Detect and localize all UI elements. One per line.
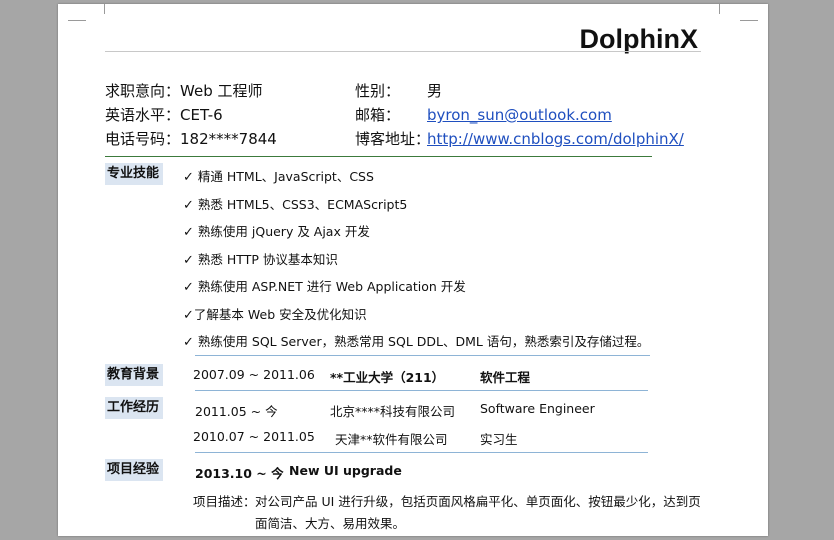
crop-mark bbox=[740, 10, 758, 21]
crop-mark bbox=[86, 4, 105, 14]
project-name: New UI upgrade bbox=[289, 463, 402, 478]
blog-line: 博客地址：http://www.cnblogs.com/dolphinX/ bbox=[355, 127, 684, 151]
job-period: 2011.05 ~ 今 bbox=[195, 404, 278, 419]
phone-value: 182****7844 bbox=[180, 130, 277, 148]
gender-line: 性别： 男 bbox=[355, 79, 442, 103]
intent-value: Web 工程师 bbox=[180, 82, 263, 100]
skill-item: ✓ 熟悉 HTTP 协议基本知识 bbox=[183, 252, 338, 268]
skill-item: ✓ 熟悉 HTML5、CSS3、ECMAScript5 bbox=[183, 197, 408, 213]
intent-label: 求职意向： bbox=[105, 82, 181, 100]
gender-value: 男 bbox=[427, 82, 443, 100]
check-icon: ✓ bbox=[183, 335, 194, 350]
skill-item: ✓了解基本 Web 安全及优化知识 bbox=[183, 307, 367, 323]
project-desc-line: 面简洁、大方、易用效果。 bbox=[255, 516, 406, 531]
check-icon: ✓ bbox=[183, 170, 194, 185]
skill-item: ✓ 熟练使用 ASP.NET 进行 Web Application 开发 bbox=[183, 279, 466, 295]
blog-label: 博客地址： bbox=[355, 130, 431, 148]
education-section-label: 教育背景 bbox=[105, 364, 163, 386]
check-icon: ✓ bbox=[183, 280, 194, 295]
skill-item: ✓ 精通 HTML、JavaScript、CSS bbox=[183, 169, 374, 185]
skills-section-label: 专业技能 bbox=[105, 163, 163, 185]
check-icon: ✓ bbox=[183, 225, 194, 240]
education-major: 软件工程 bbox=[480, 370, 531, 385]
skill-item: ✓ 熟练使用 SQL Server，熟悉常用 SQL DDL、DML 语句，熟悉索… bbox=[183, 334, 650, 350]
crop-mark bbox=[719, 4, 738, 14]
project-desc-line: 对公司产品 UI 进行升级，包括页面风格扁平化、单页面化、按钮最少化，达到页 bbox=[255, 494, 701, 509]
resume-page: DolphinX 求职意向：Web 工程师 性别：男 英语水平：CET-6 邮箱… bbox=[58, 4, 768, 536]
skills-divider bbox=[195, 355, 650, 356]
job-company: 天津**软件有限公司 bbox=[335, 432, 448, 447]
english-line: 英语水平：CET-6 bbox=[105, 103, 223, 127]
project-period: 2013.10 ~ 今 bbox=[195, 466, 284, 481]
intent-line: 求职意向：Web 工程师 bbox=[105, 79, 263, 103]
job-title: Software Engineer bbox=[480, 401, 595, 416]
project-desc-label: 项目描述： bbox=[193, 494, 256, 509]
education-period: 2007.09 ~ 2011.06 bbox=[193, 367, 315, 382]
projects-section-label: 项目经验 bbox=[105, 459, 163, 481]
english-label: 英语水平： bbox=[105, 106, 181, 124]
job-title: 实习生 bbox=[480, 432, 518, 447]
header-divider bbox=[105, 51, 701, 52]
gender-label: 性别： bbox=[355, 82, 401, 100]
education-school: **工业大学（211） bbox=[330, 370, 445, 385]
phone-label: 电话号码： bbox=[105, 130, 181, 148]
email-line: 邮箱： byron_sun@outlook.com bbox=[355, 103, 612, 127]
check-icon: ✓ bbox=[183, 253, 194, 268]
job-company: 北京****科技有限公司 bbox=[330, 404, 456, 419]
work-divider bbox=[195, 452, 648, 453]
job-period: 2010.07 ~ 2011.05 bbox=[193, 429, 315, 444]
check-icon: ✓ bbox=[183, 308, 194, 323]
email-label: 邮箱： bbox=[355, 106, 401, 124]
work-section-label: 工作经历 bbox=[105, 397, 163, 419]
info-divider bbox=[105, 156, 652, 157]
email-link[interactable]: byron_sun@outlook.com bbox=[427, 106, 612, 124]
skill-item: ✓ 熟练使用 jQuery 及 Ajax 开发 bbox=[183, 224, 370, 240]
crop-mark bbox=[68, 10, 86, 21]
phone-line: 电话号码：182****7844 bbox=[105, 127, 277, 151]
blog-link[interactable]: http://www.cnblogs.com/dolphinX/ bbox=[427, 130, 684, 148]
education-divider bbox=[195, 390, 648, 391]
check-icon: ✓ bbox=[183, 198, 194, 213]
english-value: CET-6 bbox=[180, 106, 223, 124]
